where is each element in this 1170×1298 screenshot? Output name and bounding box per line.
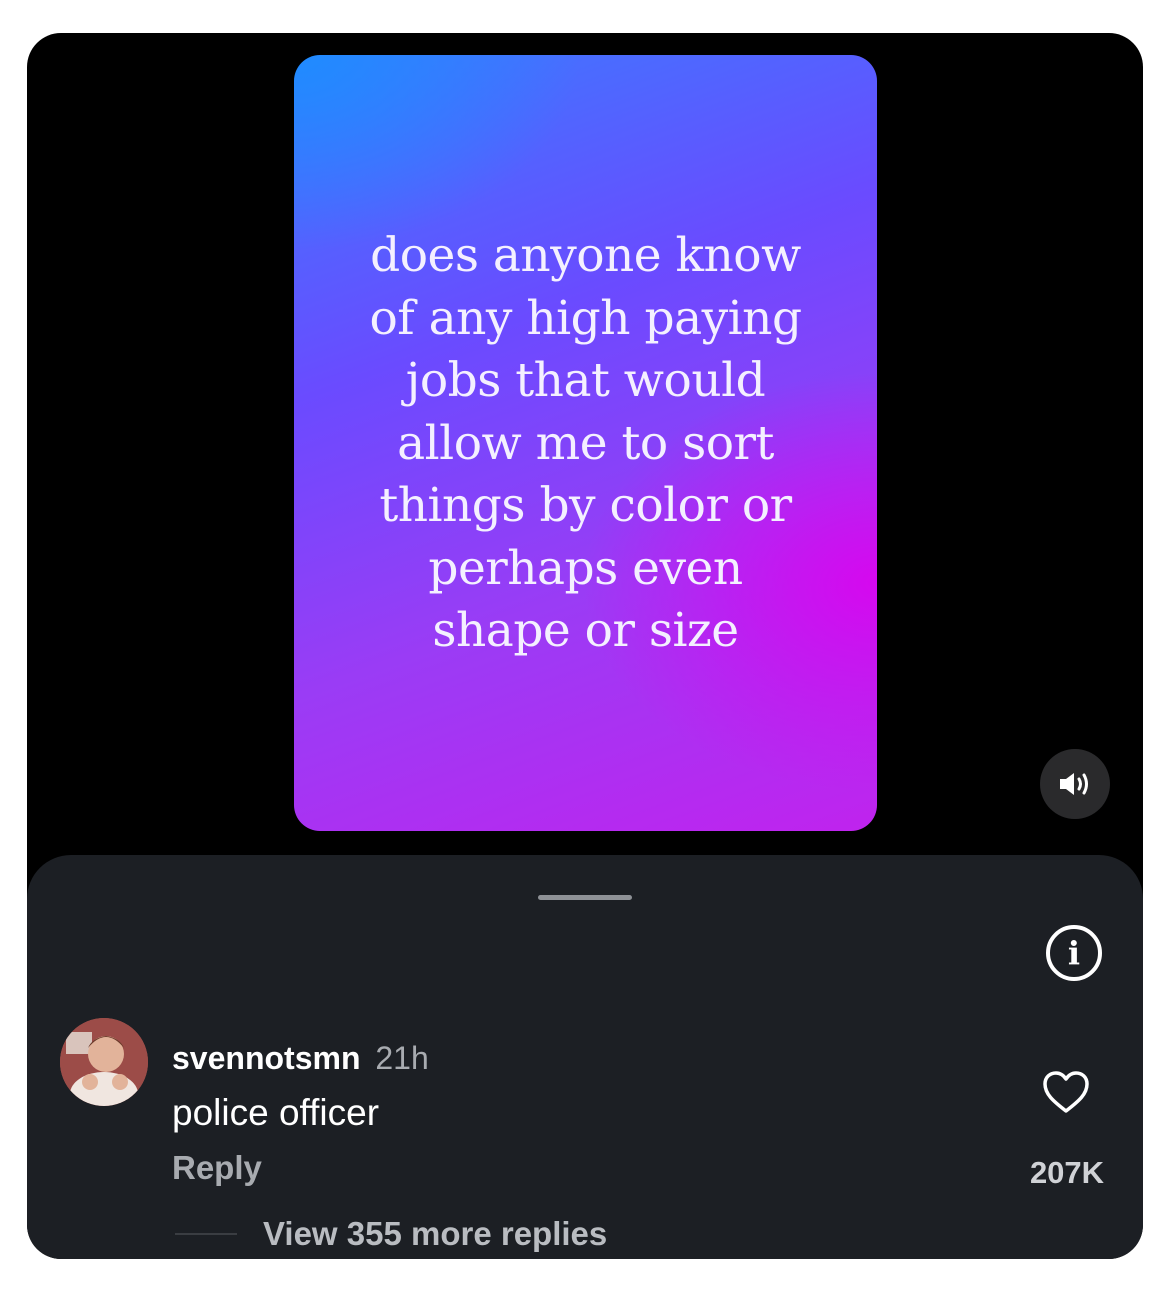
avatar[interactable] bbox=[60, 1018, 148, 1106]
comment-header: svennotsmn 21h bbox=[172, 1040, 429, 1077]
sound-toggle-button[interactable] bbox=[1040, 749, 1110, 819]
comment-timestamp: 21h bbox=[375, 1040, 429, 1076]
heart-icon bbox=[1043, 1071, 1089, 1113]
info-icon[interactable]: i bbox=[1046, 925, 1102, 981]
speaker-icon bbox=[1060, 773, 1088, 795]
comment-username[interactable]: svennotsmn bbox=[172, 1040, 360, 1076]
like-button[interactable] bbox=[1041, 1069, 1091, 1115]
post-text: does anyone know of any high paying jobs… bbox=[369, 228, 802, 658]
post-card[interactable]: does anyone know of any high paying jobs… bbox=[294, 55, 877, 831]
comments-sheet: i svennotsmn 21h police officer Reply 20 bbox=[27, 855, 1143, 1259]
view-replies-button[interactable]: View 355 more replies bbox=[263, 1215, 607, 1253]
comment-text: police officer bbox=[172, 1092, 380, 1133]
reply-button[interactable]: Reply bbox=[172, 1149, 262, 1187]
sheet-drag-handle[interactable] bbox=[538, 895, 632, 900]
like-count: 207K bbox=[1029, 1155, 1105, 1190]
avatar-image bbox=[60, 1018, 148, 1106]
screenshot-frame: does anyone know of any high paying jobs… bbox=[27, 33, 1143, 1259]
replies-divider bbox=[175, 1233, 237, 1235]
